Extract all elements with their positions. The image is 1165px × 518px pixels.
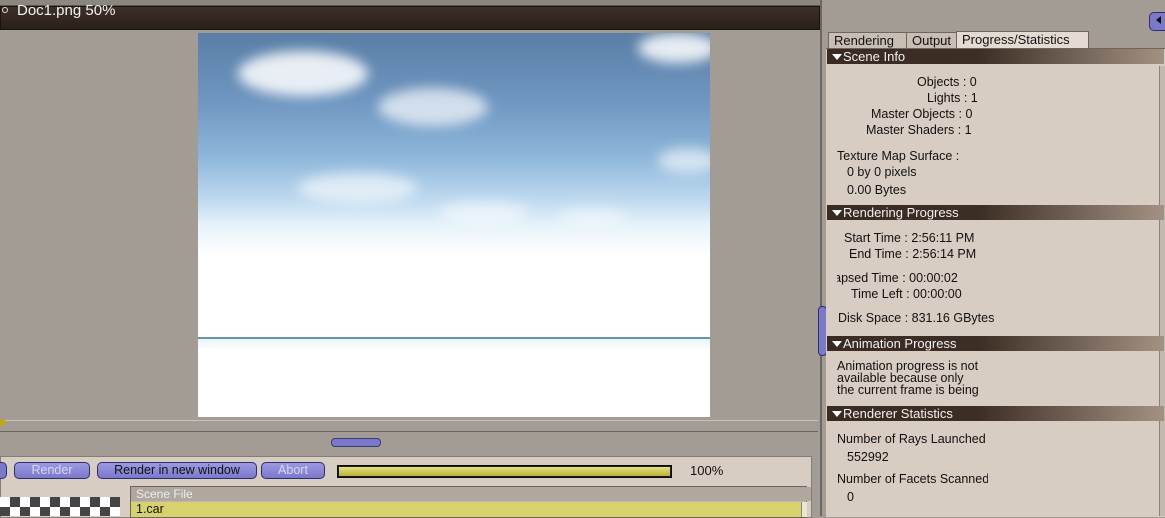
render-progress-bar: [337, 465, 672, 478]
tab-output[interactable]: Output: [906, 32, 961, 49]
cloud: [378, 88, 488, 126]
section-title: Scene Info: [843, 49, 906, 64]
texture-map-bytes: 0.00 Bytes: [847, 183, 907, 197]
facets-label-clip: Number of Facets Scanned: [837, 472, 988, 488]
animation-message-line: the current frame is being: [837, 383, 979, 397]
cloud: [238, 51, 368, 96]
disclosure-triangle-icon: [832, 411, 842, 417]
transparency-checker-swatch: [0, 497, 120, 516]
scene-file-header[interactable]: Scene File: [131, 487, 811, 501]
horizon-glow: [198, 339, 710, 351]
window-close-icon[interactable]: [2, 7, 8, 13]
document-title: Doc1.png 50%: [17, 2, 116, 19]
render-preview-image: [198, 33, 710, 417]
render-progress-percent: 100%: [690, 463, 724, 478]
cloud: [298, 173, 418, 203]
disclosure-triangle-icon: [832, 341, 842, 347]
disclosure-triangle-icon: [832, 210, 842, 216]
cloud: [438, 201, 528, 223]
corner-marker: [0, 420, 5, 425]
splitter-handle[interactable]: [331, 438, 381, 447]
hidden-button-edge[interactable]: [0, 462, 7, 479]
section-header-animation-progress[interactable]: Animation Progress: [827, 336, 1164, 351]
elapsed-time: Elapsed Time : 00:00:02: [837, 271, 958, 285]
document-titlebar[interactable]: [0, 6, 820, 30]
cloud: [558, 209, 628, 223]
master-objects-count: Master Objects : 0: [871, 107, 973, 121]
start-time: Start Time : 2:56:11 PM: [844, 231, 975, 245]
disk-space: Disk Space : 831.16 GBytes: [838, 311, 995, 325]
section-title: Animation Progress: [843, 336, 957, 351]
scene-list-scrollbar[interactable]: [801, 502, 807, 517]
abort-button[interactable]: Abort: [261, 462, 325, 479]
cloud: [658, 148, 710, 173]
section-header-scene-info[interactable]: Scene Info: [827, 49, 1164, 64]
cloud: [638, 33, 710, 63]
list-item[interactable]: 1.car: [131, 502, 806, 517]
facets-scanned-value: 0: [847, 490, 854, 504]
objects-count: Objects : 0: [917, 75, 977, 89]
texture-map-label: Texture Map Surface :: [837, 149, 960, 163]
lights-count: Lights : 1: [927, 91, 978, 105]
render-progress-fill: [339, 467, 670, 476]
master-shaders-count: Master Shaders : 1: [866, 123, 972, 137]
rays-launched-label: Number of Rays Launched: [837, 432, 986, 446]
elapsed-time-clip: Elapsed Time : 00:00:02: [837, 271, 997, 287]
pane-splitter[interactable]: [0, 420, 818, 432]
disk-space-clip: Disk Space : 831.16 GBytes: [838, 311, 999, 327]
end-time: End Time : 2:56:14 PM: [849, 247, 977, 261]
rays-launched-value: 552992: [847, 450, 889, 464]
render-button[interactable]: Render: [14, 462, 90, 479]
section-header-rendering-progress[interactable]: Rendering Progress: [827, 205, 1164, 220]
rays-label-clip: Number of Rays Launched: [837, 432, 988, 448]
render-new-window-button[interactable]: Render in new window: [97, 462, 257, 479]
panel-scrollbar[interactable]: [1159, 66, 1165, 516]
disclosure-triangle-icon: [832, 54, 842, 60]
section-title: Renderer Statistics: [843, 406, 953, 421]
section-header-renderer-statistics[interactable]: Renderer Statistics: [827, 406, 1164, 421]
arrow-left-icon: [1156, 16, 1161, 24]
time-left: Time Left : 00:00:00: [851, 287, 962, 301]
facets-scanned-label: Number of Facets Scanned: [837, 472, 988, 486]
tab-rendering[interactable]: Rendering: [828, 32, 909, 49]
texture-map-pixels: 0 by 0 pixels: [847, 165, 917, 179]
section-title: Rendering Progress: [843, 205, 959, 220]
animation-progress-message: Animation progress is not available beca…: [837, 360, 997, 400]
scene-file-list[interactable]: Scene File 1.car: [130, 486, 811, 518]
